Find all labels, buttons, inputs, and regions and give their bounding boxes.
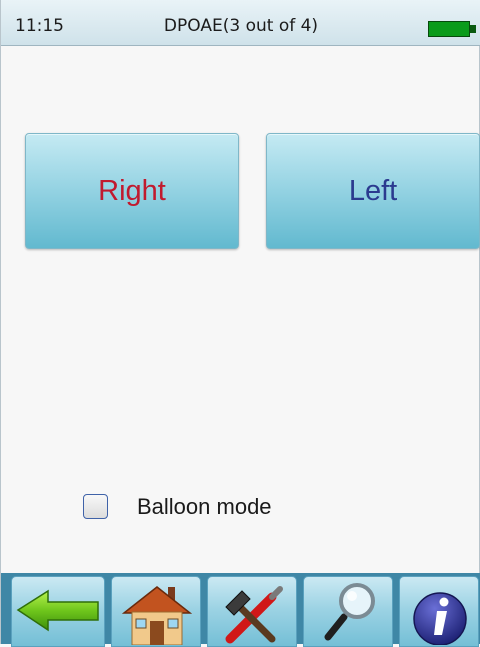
battery-tip: [470, 25, 476, 33]
info-icon: [413, 592, 467, 645]
screen-title: DPOAE(3 out of 4): [163, 16, 319, 36]
search-button[interactable]: [303, 576, 393, 647]
back-button[interactable]: [11, 576, 105, 647]
right-ear-button[interactable]: Right: [25, 133, 239, 249]
search-icon: [324, 583, 375, 641]
home-icon: [121, 586, 193, 645]
back-arrow-icon: [16, 589, 99, 632]
battery-full-icon: [428, 21, 470, 37]
status-bar: 11:15 DPOAE(3 out of 4): [1, 0, 480, 46]
home-button[interactable]: [111, 576, 201, 647]
status-time: 11:15: [15, 16, 64, 36]
device-screen: 11:15 DPOAE(3 out of 4) Right Left Ballo…: [0, 0, 480, 647]
balloon-mode-label: Balloon mode: [137, 494, 272, 519]
tools-button[interactable]: [207, 576, 297, 647]
tools-icon: [225, 586, 283, 644]
info-button[interactable]: [399, 576, 479, 647]
left-ear-button[interactable]: Left: [266, 133, 480, 249]
balloon-mode-checkbox[interactable]: [83, 494, 108, 519]
bottom-toolbar: [1, 573, 480, 647]
